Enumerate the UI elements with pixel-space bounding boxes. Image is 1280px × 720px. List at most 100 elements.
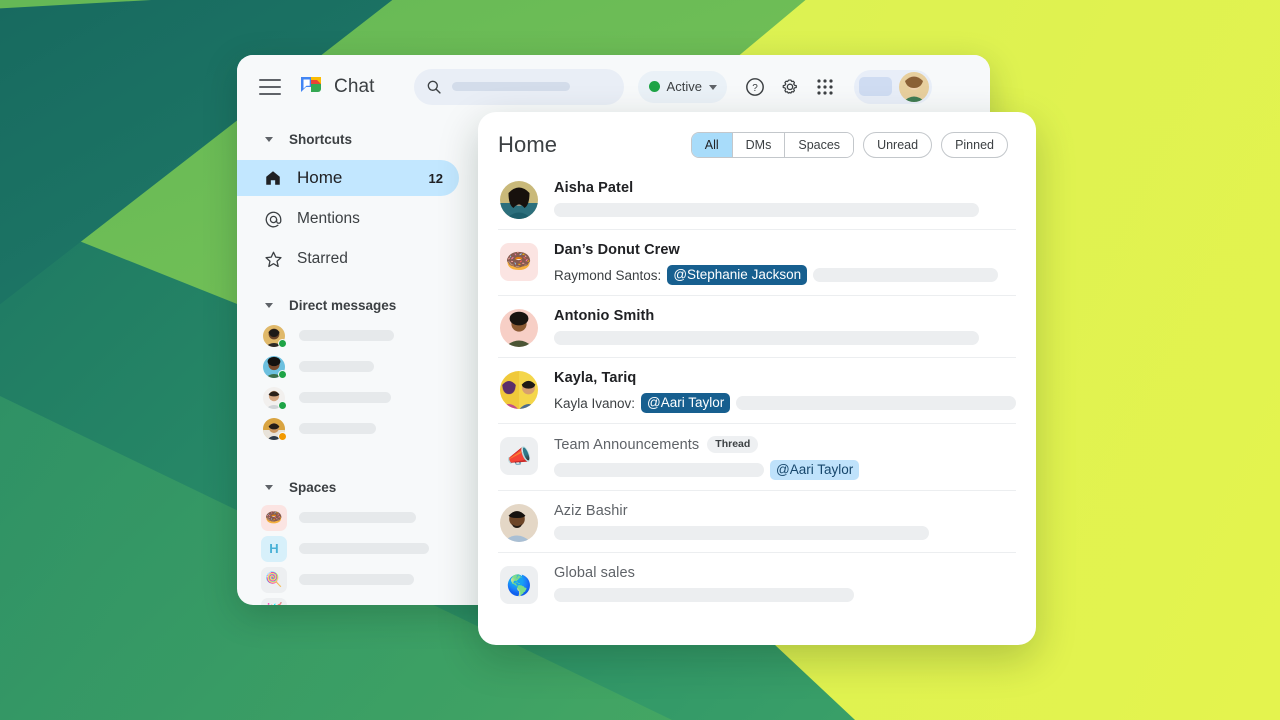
- filter-all[interactable]: All: [691, 133, 733, 157]
- sidebar-section-spaces[interactable]: Spaces: [237, 472, 487, 502]
- sidebar-section-shortcuts[interactable]: Shortcuts: [237, 124, 487, 154]
- message-preview-placeholder: [554, 463, 764, 477]
- list-item[interactable]: H: [237, 533, 487, 564]
- user-avatar-image: [898, 71, 929, 102]
- account-placeholder-bar: [858, 77, 892, 96]
- conversation-list: Aisha Patel 🍩 Dan’s Donut Crew Raymond S…: [478, 168, 1036, 614]
- space-name-placeholder: [299, 512, 416, 523]
- table-row[interactable]: Antonio Smith: [498, 296, 1016, 358]
- avatar-image: [500, 371, 538, 409]
- toolbar-icons: ?: [739, 71, 841, 103]
- list-item[interactable]: [237, 382, 487, 413]
- presence-indicator: [278, 431, 287, 441]
- donut-emoji-icon: 🍩: [261, 504, 287, 531]
- caret-down-icon: [265, 136, 273, 142]
- table-row[interactable]: 📣 Team Announcements Thread @Aari Taylor: [498, 424, 1016, 491]
- conversation-name: Antonio Smith: [554, 308, 655, 324]
- message-sender: Raymond Santos:: [554, 267, 662, 283]
- message-preview-placeholder: [554, 331, 979, 345]
- caret-down-icon: [265, 302, 273, 308]
- dm-name-placeholder: [299, 361, 374, 372]
- party-face-emoji-icon: 🥳: [261, 597, 287, 605]
- sidebar-item-label: Home: [297, 168, 343, 187]
- sidebar-section-direct-messages[interactable]: Direct messages: [237, 290, 487, 320]
- svg-text:?: ?: [752, 83, 758, 94]
- presence-status-button[interactable]: Active: [637, 70, 727, 103]
- account-button[interactable]: [853, 69, 932, 104]
- hamburger-menu-icon[interactable]: [259, 78, 281, 95]
- list-item[interactable]: 🍭: [237, 564, 487, 595]
- page-title: Home: [498, 132, 558, 157]
- at-icon: [263, 209, 283, 229]
- mention-chip: @Aari Taylor: [641, 393, 731, 413]
- dm-name-placeholder: [299, 392, 391, 403]
- conversation-name: Aziz Bashir: [554, 503, 628, 519]
- home-panel-header: Home All DMs Spaces Unread Pinned: [478, 112, 1036, 168]
- settings-button[interactable]: [774, 71, 806, 103]
- kayla-tariq-group-avatar: [500, 371, 538, 409]
- sidebar-section-title: Direct messages: [289, 297, 397, 313]
- space-name-placeholder: [299, 543, 429, 554]
- avatar-image: [500, 309, 538, 347]
- table-row[interactable]: 🌎 Global sales: [498, 553, 1016, 614]
- antonio-smith-avatar: [500, 309, 538, 347]
- aziz-bashir-avatar: [500, 504, 538, 542]
- top-app-bar: Chat Active ?: [237, 55, 990, 118]
- conversation-name: Team Announcements: [554, 436, 700, 453]
- conversation-name: Aisha Patel: [554, 180, 634, 196]
- unread-count-badge: 12: [428, 170, 443, 186]
- list-item[interactable]: [237, 413, 487, 444]
- filter-pinned[interactable]: Pinned: [941, 132, 1008, 158]
- message-sender: Kayla Ivanov:: [554, 395, 636, 411]
- star-icon: [263, 249, 283, 269]
- table-row[interactable]: Aisha Patel: [498, 168, 1016, 230]
- app-name: Chat: [334, 75, 375, 97]
- table-row[interactable]: Aziz Bashir: [498, 491, 1016, 553]
- dm-name-placeholder: [299, 423, 376, 434]
- globe-space-icon: 🌎: [500, 566, 538, 604]
- conversation-name: Global sales: [554, 565, 635, 581]
- presence-indicator: [278, 338, 287, 348]
- aisha-patel-avatar: [500, 181, 538, 219]
- apps-grid-icon: [817, 78, 833, 95]
- table-row[interactable]: Kayla, Tariq Kayla Ivanov: @Aari Taylor: [498, 358, 1016, 424]
- list-item[interactable]: [237, 351, 487, 382]
- megaphone-space-icon: 📣: [500, 437, 538, 475]
- search-input[interactable]: [413, 68, 624, 105]
- table-row[interactable]: 🍩 Dan’s Donut Crew Raymond Santos: @Step…: [498, 230, 1016, 296]
- app-brand: Chat: [298, 74, 375, 100]
- help-button[interactable]: ?: [739, 71, 771, 103]
- list-item[interactable]: [237, 320, 487, 351]
- dm-avatar-3: [263, 386, 287, 410]
- letter-h-avatar-icon: H: [261, 535, 287, 562]
- apps-launcher-button[interactable]: [809, 71, 841, 103]
- sidebar-item-starred[interactable]: Starred: [237, 242, 487, 276]
- gear-icon: [782, 78, 797, 94]
- message-preview-placeholder: [813, 268, 999, 282]
- mention-chip: @Stephanie Jackson: [667, 265, 808, 285]
- presence-indicator: [278, 369, 287, 379]
- lollipop-emoji-icon: 🍭: [261, 566, 287, 593]
- dm-avatar-2: [263, 355, 287, 379]
- status-badge: Thread: [707, 436, 759, 453]
- screen: Chat Active ? Shortcuts Home 12 Mentions…: [0, 0, 1280, 720]
- message-preview-placeholder: [554, 203, 979, 217]
- status-label: Active: [666, 79, 702, 94]
- sidebar-item-home[interactable]: Home 12: [237, 160, 459, 196]
- conversation-name: Kayla, Tariq: [554, 370, 637, 386]
- donut-space-icon: 🍩: [500, 243, 538, 281]
- list-item[interactable]: 🥳: [237, 595, 487, 605]
- avatar: [898, 71, 929, 102]
- list-item[interactable]: 🍩: [237, 502, 487, 533]
- sidebar-item-mentions[interactable]: Mentions: [237, 202, 487, 236]
- filter-unread[interactable]: Unread: [863, 132, 933, 158]
- mention-chip: @Aari Taylor: [770, 460, 860, 480]
- dm-avatar-1: [263, 324, 287, 348]
- status-dot-icon: [648, 81, 660, 92]
- avatar-image: [500, 181, 538, 219]
- filter-dms[interactable]: DMs: [732, 133, 786, 157]
- sidebar: Shortcuts Home 12 Mentions Starred Direc…: [237, 118, 592, 605]
- filter-controls: All DMs Spaces Unread Pinned: [690, 132, 1008, 158]
- google-chat-logo: [301, 76, 321, 92]
- filter-spaces[interactable]: Spaces: [785, 133, 854, 157]
